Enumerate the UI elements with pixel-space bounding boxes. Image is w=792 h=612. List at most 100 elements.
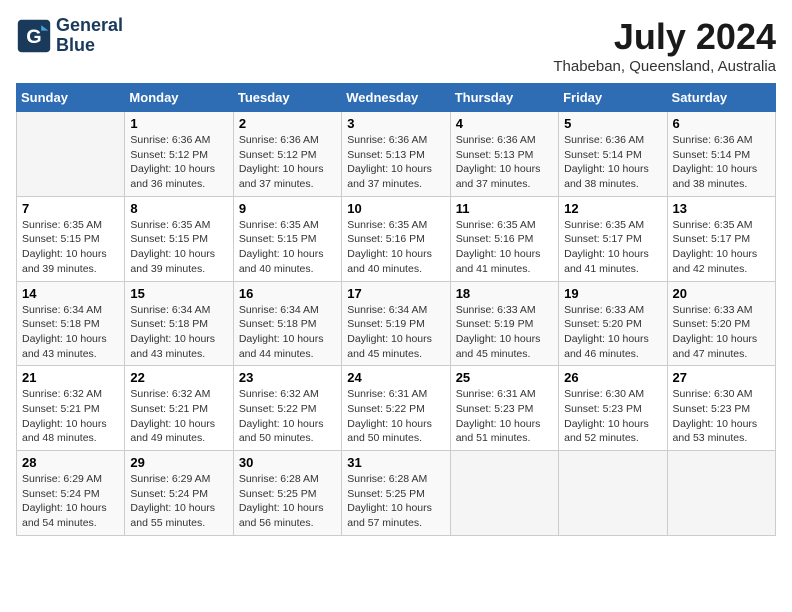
day-number: 12 bbox=[564, 201, 661, 216]
day-info: Sunrise: 6:35 AMSunset: 5:16 PMDaylight:… bbox=[456, 218, 553, 277]
day-number: 27 bbox=[673, 370, 770, 385]
day-info: Sunrise: 6:35 AMSunset: 5:15 PMDaylight:… bbox=[130, 218, 227, 277]
calendar-cell: 4 Sunrise: 6:36 AMSunset: 5:13 PMDayligh… bbox=[450, 112, 558, 197]
header-row: Sunday Monday Tuesday Wednesday Thursday… bbox=[17, 84, 776, 112]
day-number: 28 bbox=[22, 455, 119, 470]
day-info: Sunrise: 6:35 AMSunset: 5:17 PMDaylight:… bbox=[564, 218, 661, 277]
calendar-subtitle: Thabeban, Queensland, Australia bbox=[553, 58, 776, 75]
day-info: Sunrise: 6:34 AMSunset: 5:18 PMDaylight:… bbox=[239, 303, 336, 362]
header-tuesday: Tuesday bbox=[233, 84, 341, 112]
calendar-cell: 3 Sunrise: 6:36 AMSunset: 5:13 PMDayligh… bbox=[342, 112, 450, 197]
day-info: Sunrise: 6:36 AMSunset: 5:13 PMDaylight:… bbox=[456, 133, 553, 192]
day-info: Sunrise: 6:35 AMSunset: 5:15 PMDaylight:… bbox=[22, 218, 119, 277]
header-wednesday: Wednesday bbox=[342, 84, 450, 112]
day-number: 23 bbox=[239, 370, 336, 385]
logo-text: General Blue bbox=[56, 16, 123, 56]
calendar-cell: 13 Sunrise: 6:35 AMSunset: 5:17 PMDaylig… bbox=[667, 196, 775, 281]
day-number: 20 bbox=[673, 286, 770, 301]
day-number: 1 bbox=[130, 116, 227, 131]
calendar-cell: 18 Sunrise: 6:33 AMSunset: 5:19 PMDaylig… bbox=[450, 281, 558, 366]
svg-text:G: G bbox=[26, 26, 41, 48]
calendar-cell: 9 Sunrise: 6:35 AMSunset: 5:15 PMDayligh… bbox=[233, 196, 341, 281]
calendar-cell: 23 Sunrise: 6:32 AMSunset: 5:22 PMDaylig… bbox=[233, 366, 341, 451]
day-number: 8 bbox=[130, 201, 227, 216]
day-info: Sunrise: 6:32 AMSunset: 5:22 PMDaylight:… bbox=[239, 387, 336, 446]
title-block: July 2024 Thabeban, Queensland, Australi… bbox=[553, 16, 776, 75]
calendar-week-1: 7 Sunrise: 6:35 AMSunset: 5:15 PMDayligh… bbox=[17, 196, 776, 281]
day-info: Sunrise: 6:29 AMSunset: 5:24 PMDaylight:… bbox=[22, 472, 119, 531]
day-info: Sunrise: 6:35 AMSunset: 5:16 PMDaylight:… bbox=[347, 218, 444, 277]
calendar-cell bbox=[559, 451, 667, 536]
calendar-cell: 22 Sunrise: 6:32 AMSunset: 5:21 PMDaylig… bbox=[125, 366, 233, 451]
calendar-cell bbox=[17, 112, 125, 197]
day-info: Sunrise: 6:35 AMSunset: 5:17 PMDaylight:… bbox=[673, 218, 770, 277]
day-number: 6 bbox=[673, 116, 770, 131]
calendar-table: Sunday Monday Tuesday Wednesday Thursday… bbox=[16, 83, 776, 536]
calendar-cell: 25 Sunrise: 6:31 AMSunset: 5:23 PMDaylig… bbox=[450, 366, 558, 451]
header-thursday: Thursday bbox=[450, 84, 558, 112]
logo-icon: G bbox=[16, 18, 52, 54]
calendar-cell: 8 Sunrise: 6:35 AMSunset: 5:15 PMDayligh… bbox=[125, 196, 233, 281]
calendar-cell: 2 Sunrise: 6:36 AMSunset: 5:12 PMDayligh… bbox=[233, 112, 341, 197]
day-number: 18 bbox=[456, 286, 553, 301]
day-number: 4 bbox=[456, 116, 553, 131]
day-number: 2 bbox=[239, 116, 336, 131]
calendar-cell: 21 Sunrise: 6:32 AMSunset: 5:21 PMDaylig… bbox=[17, 366, 125, 451]
page-header: G General Blue July 2024 Thabeban, Queen… bbox=[16, 16, 776, 75]
day-number: 26 bbox=[564, 370, 661, 385]
calendar-cell: 5 Sunrise: 6:36 AMSunset: 5:14 PMDayligh… bbox=[559, 112, 667, 197]
day-number: 31 bbox=[347, 455, 444, 470]
day-info: Sunrise: 6:33 AMSunset: 5:20 PMDaylight:… bbox=[564, 303, 661, 362]
day-number: 13 bbox=[673, 201, 770, 216]
calendar-cell: 24 Sunrise: 6:31 AMSunset: 5:22 PMDaylig… bbox=[342, 366, 450, 451]
day-number: 14 bbox=[22, 286, 119, 301]
day-number: 9 bbox=[239, 201, 336, 216]
day-info: Sunrise: 6:30 AMSunset: 5:23 PMDaylight:… bbox=[564, 387, 661, 446]
header-monday: Monday bbox=[125, 84, 233, 112]
day-number: 3 bbox=[347, 116, 444, 131]
day-info: Sunrise: 6:34 AMSunset: 5:18 PMDaylight:… bbox=[130, 303, 227, 362]
day-info: Sunrise: 6:32 AMSunset: 5:21 PMDaylight:… bbox=[130, 387, 227, 446]
calendar-cell: 11 Sunrise: 6:35 AMSunset: 5:16 PMDaylig… bbox=[450, 196, 558, 281]
day-number: 11 bbox=[456, 201, 553, 216]
day-info: Sunrise: 6:28 AMSunset: 5:25 PMDaylight:… bbox=[347, 472, 444, 531]
day-number: 29 bbox=[130, 455, 227, 470]
day-number: 30 bbox=[239, 455, 336, 470]
calendar-cell: 10 Sunrise: 6:35 AMSunset: 5:16 PMDaylig… bbox=[342, 196, 450, 281]
calendar-cell: 17 Sunrise: 6:34 AMSunset: 5:19 PMDaylig… bbox=[342, 281, 450, 366]
calendar-cell: 30 Sunrise: 6:28 AMSunset: 5:25 PMDaylig… bbox=[233, 451, 341, 536]
day-info: Sunrise: 6:36 AMSunset: 5:14 PMDaylight:… bbox=[564, 133, 661, 192]
day-info: Sunrise: 6:36 AMSunset: 5:12 PMDaylight:… bbox=[239, 133, 336, 192]
day-info: Sunrise: 6:31 AMSunset: 5:22 PMDaylight:… bbox=[347, 387, 444, 446]
day-info: Sunrise: 6:33 AMSunset: 5:20 PMDaylight:… bbox=[673, 303, 770, 362]
calendar-week-4: 28 Sunrise: 6:29 AMSunset: 5:24 PMDaylig… bbox=[17, 451, 776, 536]
day-info: Sunrise: 6:36 AMSunset: 5:12 PMDaylight:… bbox=[130, 133, 227, 192]
day-info: Sunrise: 6:35 AMSunset: 5:15 PMDaylight:… bbox=[239, 218, 336, 277]
calendar-week-0: 1 Sunrise: 6:36 AMSunset: 5:12 PMDayligh… bbox=[17, 112, 776, 197]
calendar-cell: 1 Sunrise: 6:36 AMSunset: 5:12 PMDayligh… bbox=[125, 112, 233, 197]
day-number: 19 bbox=[564, 286, 661, 301]
calendar-cell: 28 Sunrise: 6:29 AMSunset: 5:24 PMDaylig… bbox=[17, 451, 125, 536]
calendar-title: July 2024 bbox=[553, 16, 776, 58]
day-number: 15 bbox=[130, 286, 227, 301]
day-number: 16 bbox=[239, 286, 336, 301]
calendar-cell bbox=[667, 451, 775, 536]
day-number: 10 bbox=[347, 201, 444, 216]
header-friday: Friday bbox=[559, 84, 667, 112]
day-info: Sunrise: 6:34 AMSunset: 5:19 PMDaylight:… bbox=[347, 303, 444, 362]
calendar-week-2: 14 Sunrise: 6:34 AMSunset: 5:18 PMDaylig… bbox=[17, 281, 776, 366]
day-info: Sunrise: 6:30 AMSunset: 5:23 PMDaylight:… bbox=[673, 387, 770, 446]
day-number: 7 bbox=[22, 201, 119, 216]
calendar-cell: 6 Sunrise: 6:36 AMSunset: 5:14 PMDayligh… bbox=[667, 112, 775, 197]
header-sunday: Sunday bbox=[17, 84, 125, 112]
calendar-cell: 16 Sunrise: 6:34 AMSunset: 5:18 PMDaylig… bbox=[233, 281, 341, 366]
calendar-cell: 27 Sunrise: 6:30 AMSunset: 5:23 PMDaylig… bbox=[667, 366, 775, 451]
day-info: Sunrise: 6:33 AMSunset: 5:19 PMDaylight:… bbox=[456, 303, 553, 362]
calendar-cell bbox=[450, 451, 558, 536]
calendar-cell: 29 Sunrise: 6:29 AMSunset: 5:24 PMDaylig… bbox=[125, 451, 233, 536]
day-number: 24 bbox=[347, 370, 444, 385]
day-info: Sunrise: 6:31 AMSunset: 5:23 PMDaylight:… bbox=[456, 387, 553, 446]
day-number: 21 bbox=[22, 370, 119, 385]
day-number: 22 bbox=[130, 370, 227, 385]
day-info: Sunrise: 6:32 AMSunset: 5:21 PMDaylight:… bbox=[22, 387, 119, 446]
